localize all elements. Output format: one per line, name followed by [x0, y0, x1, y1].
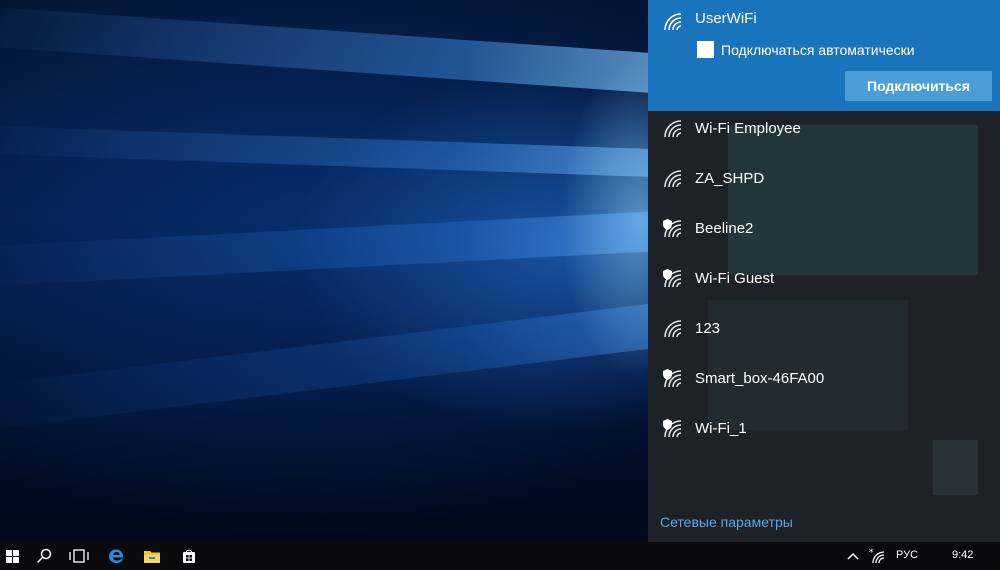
network-ssid: Smart_box-46FA00: [695, 370, 825, 387]
language-indicator[interactable]: РУС: [896, 549, 918, 561]
network-item[interactable]: Wi-Fi_1: [648, 405, 1000, 455]
network-item[interactable]: Smart_box-46FA00: [648, 355, 1000, 405]
store-icon[interactable]: [175, 542, 203, 570]
selected-network-ssid: UserWiFi: [695, 10, 757, 27]
network-item[interactable]: Beeline2: [648, 205, 1000, 255]
taskbar: * РУС 9:42: [0, 542, 1000, 570]
edge-icon[interactable]: [102, 542, 130, 570]
clock[interactable]: 9:42: [952, 549, 973, 561]
secured-wifi-icon: [663, 369, 683, 389]
secured-wifi-icon: [663, 219, 683, 239]
wifi-signal-icon: [663, 12, 683, 32]
network-item[interactable]: Wi-Fi Employee: [648, 105, 1000, 155]
shield-icon: [663, 219, 672, 230]
network-ssid: Wi-Fi_1: [695, 420, 747, 437]
wifi-signal-icon: [663, 169, 683, 189]
wifi-signal-icon: [663, 119, 683, 139]
network-ssid: ZA_SHPD: [695, 170, 765, 187]
task-view-icon[interactable]: [65, 542, 93, 570]
connect-button[interactable]: Подключиться: [845, 71, 992, 101]
network-item[interactable]: Wi-Fi Guest: [648, 255, 1000, 305]
svg-text:*: *: [869, 548, 874, 558]
wifi-signal-icon: [663, 319, 683, 339]
network-ssid: 123: [695, 320, 721, 337]
network-ssid: Wi-Fi Guest: [695, 270, 775, 287]
selected-network[interactable]: UserWiFi Подключаться автоматически Подк…: [648, 0, 1000, 111]
wallpaper-glow: [560, 60, 660, 380]
wifi-flyout: UserWiFi Подключаться автоматически Подк…: [648, 0, 1000, 542]
network-settings-link[interactable]: Сетевые параметры: [660, 514, 793, 530]
network-item[interactable]: 123: [648, 305, 1000, 355]
secured-wifi-icon: [663, 419, 683, 439]
auto-connect-checkbox[interactable]: [697, 41, 714, 58]
search-icon[interactable]: [30, 542, 58, 570]
network-item[interactable]: ZA_SHPD: [648, 155, 1000, 205]
chevron-up-icon[interactable]: [843, 542, 863, 570]
start-icon[interactable]: [0, 542, 24, 570]
shield-icon: [663, 369, 672, 380]
secured-wifi-icon: [663, 269, 683, 289]
file-explorer-icon[interactable]: [138, 542, 166, 570]
auto-connect-label: Подключаться автоматически: [721, 42, 915, 58]
network-ssid: Beeline2: [695, 220, 754, 237]
shield-icon: [663, 269, 672, 280]
network-tray-icon[interactable]: *: [868, 542, 888, 570]
network-ssid: Wi-Fi Employee: [695, 120, 801, 137]
shield-icon: [663, 419, 672, 430]
